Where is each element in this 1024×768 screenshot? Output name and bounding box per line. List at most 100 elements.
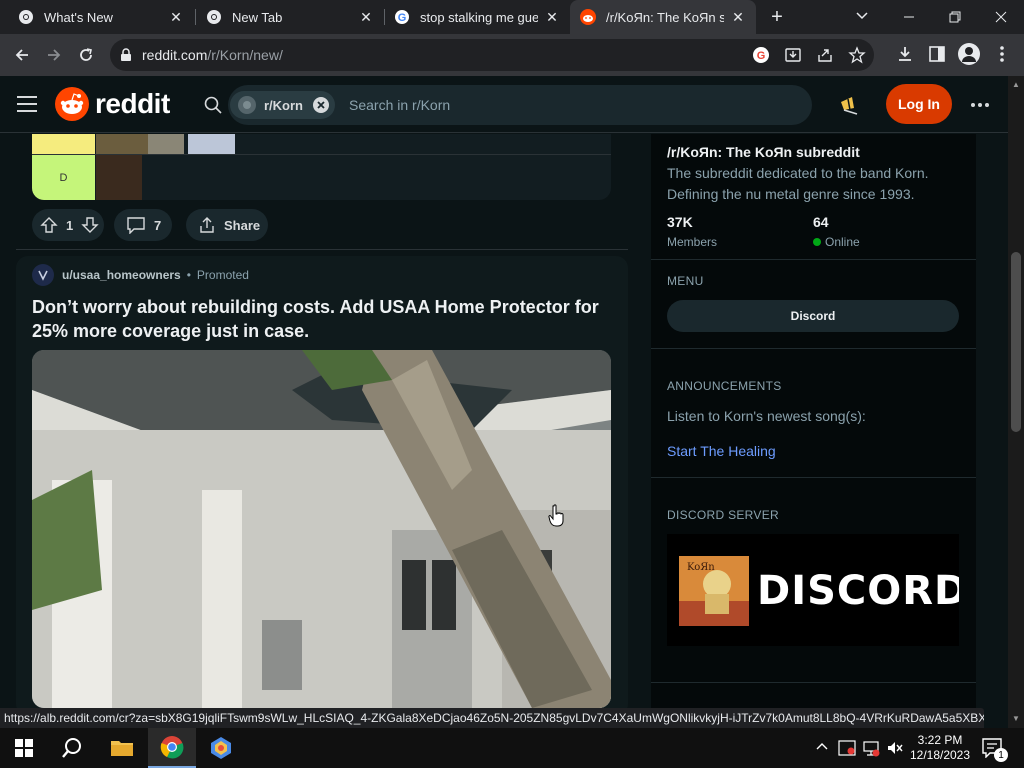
more-options-button[interactable] xyxy=(970,102,990,108)
promoted-badge: Promoted xyxy=(196,268,249,282)
close-window-button[interactable] xyxy=(978,0,1024,34)
tier-list-image[interactable]: D xyxy=(32,134,611,200)
lock-icon xyxy=(121,48,131,61)
vote-control: 1 xyxy=(32,209,104,241)
action-center-button[interactable]: 1 xyxy=(982,738,1008,762)
windows-taskbar: 3:22 PM 12/18/2023 1 xyxy=(0,728,1024,768)
profile-icon xyxy=(962,47,976,62)
scroll-up-arrow-icon[interactable]: ▲ xyxy=(1012,80,1020,89)
chrome-taskbar-button[interactable] xyxy=(148,728,196,768)
clock-date: 12/18/2023 xyxy=(909,748,971,762)
file-explorer-button[interactable] xyxy=(98,728,146,768)
page-scrollbar[interactable]: ▲ ▼ xyxy=(1008,76,1024,732)
announcements-heading: ANNOUNCEMENTS xyxy=(667,379,782,393)
network-icon[interactable] xyxy=(862,739,880,757)
forward-button[interactable] xyxy=(40,41,68,69)
tab-search-button[interactable] xyxy=(850,6,874,26)
volume-muted-icon[interactable] xyxy=(886,739,904,757)
back-button[interactable] xyxy=(8,41,36,69)
tray-app-icon[interactable] xyxy=(838,739,856,757)
search-icon xyxy=(204,96,222,114)
close-icon[interactable]: ✕ xyxy=(168,9,184,25)
comment-icon xyxy=(127,217,145,234)
post-divider xyxy=(16,249,628,250)
clear-scope-icon[interactable] xyxy=(313,97,329,113)
upvote-icon[interactable] xyxy=(40,216,58,234)
clock-time: 3:22 PM xyxy=(917,733,963,747)
tab-whats-new[interactable]: What's New ✕ xyxy=(8,0,194,34)
album-cover-thumb xyxy=(96,134,148,154)
chrome-icon xyxy=(19,10,33,24)
advertise-button[interactable] xyxy=(838,94,860,116)
reload-button[interactable] xyxy=(72,41,100,69)
close-icon[interactable]: ✕ xyxy=(358,9,374,25)
bookmark-star-icon[interactable] xyxy=(848,46,866,64)
arrow-left-icon xyxy=(15,49,28,61)
promoted-post-title[interactable]: Don’t worry about rebuilding costs. Add … xyxy=(32,295,600,343)
side-panel-icon xyxy=(929,46,945,62)
login-button[interactable]: Log In xyxy=(886,84,952,124)
address-bar[interactable]: reddit.com/r/Korn/new/ G xyxy=(110,39,874,71)
album-cover-thumb xyxy=(148,134,184,154)
members-count: 37K xyxy=(667,214,693,230)
search-placeholder: Search in r/Korn xyxy=(349,97,451,113)
pinned-app-button[interactable] xyxy=(197,728,245,768)
share-page-icon[interactable] xyxy=(816,46,834,64)
meta-separator: • xyxy=(186,268,191,282)
reddit-icon xyxy=(580,9,596,25)
close-icon[interactable]: ✕ xyxy=(544,9,560,25)
promoted-post-image[interactable] xyxy=(32,350,611,708)
tab-google-search[interactable]: G stop stalking me gues ✕ xyxy=(384,0,570,34)
album-cover-thumb xyxy=(188,134,235,154)
vote-count: 1 xyxy=(66,217,74,233)
scroll-down-arrow-icon[interactable]: ▼ xyxy=(1012,714,1020,723)
share-button[interactable]: Share xyxy=(186,209,268,241)
browser-tab-bar: What's New ✕ New Tab ✕ G stop stalking m… xyxy=(0,0,1024,34)
members-label: Members xyxy=(667,235,718,249)
sidebar-divider xyxy=(651,682,976,683)
install-app-icon[interactable] xyxy=(784,46,802,64)
system-clock[interactable]: 3:22 PM 12/18/2023 xyxy=(908,733,972,763)
profile-avatar[interactable] xyxy=(958,43,980,65)
promoted-post-meta: u/usaa_homeowners • Promoted xyxy=(32,264,249,286)
downvote-icon[interactable] xyxy=(81,216,99,234)
tab-title: stop stalking me gues xyxy=(420,9,538,25)
google-lens-icon[interactable]: G xyxy=(752,46,770,64)
taskbar-search-button[interactable] xyxy=(48,728,96,768)
downloads-button[interactable] xyxy=(895,44,915,64)
comments-button[interactable]: 7 xyxy=(114,209,172,241)
tab-title: /r/KoЯn: The KoЯn sub xyxy=(606,9,724,25)
tab-reddit-korn[interactable]: /r/KoЯn: The KoЯn sub ✕ xyxy=(570,0,756,34)
subreddit-search-bar[interactable]: r/Korn Search in r/Korn xyxy=(228,85,812,125)
side-panel-button[interactable] xyxy=(928,45,946,63)
announcement-link[interactable]: Start The Healing xyxy=(667,443,776,459)
restore-button[interactable] xyxy=(932,0,978,34)
start-button[interactable] xyxy=(0,728,48,768)
announcement-text: Listen to Korn's newest song(s): xyxy=(667,408,866,424)
search-scope-chip[interactable]: r/Korn xyxy=(230,91,335,119)
close-icon[interactable]: ✕ xyxy=(730,9,746,25)
subreddit-sidebar: /r/KoЯn: The KoЯn subreddit The subreddi… xyxy=(651,134,976,708)
subreddit-title: /r/KoЯn: The KoЯn subreddit xyxy=(667,144,860,160)
tab-new-tab[interactable]: New Tab ✕ xyxy=(196,0,384,34)
google-icon: G xyxy=(395,10,409,24)
reddit-logo[interactable]: reddit xyxy=(55,87,170,121)
browser-menu-button[interactable] xyxy=(994,45,1010,63)
scrollbar-thumb[interactable] xyxy=(1011,252,1021,432)
chevron-up-icon xyxy=(816,743,828,750)
tier-row-color xyxy=(32,134,95,154)
discord-banner-image[interactable]: KoЯn DISCORD xyxy=(667,534,959,646)
pinned-app-icon xyxy=(211,737,231,759)
notification-badge: 1 xyxy=(994,748,1008,762)
discord-menu-button[interactable]: Discord xyxy=(667,300,959,332)
subreddit-avatar-icon xyxy=(238,96,256,114)
minimize-button[interactable] xyxy=(886,0,932,34)
advertiser-avatar[interactable] xyxy=(32,264,54,286)
browser-toolbar: reddit.com/r/Korn/new/ G xyxy=(0,34,1024,76)
show-hidden-icons-button[interactable] xyxy=(816,741,828,753)
hamburger-menu-button[interactable] xyxy=(16,94,38,114)
new-tab-button[interactable]: + xyxy=(764,4,790,30)
download-icon xyxy=(899,47,911,61)
sidebar-divider xyxy=(651,259,976,260)
advertiser-username[interactable]: u/usaa_homeowners xyxy=(62,268,181,282)
